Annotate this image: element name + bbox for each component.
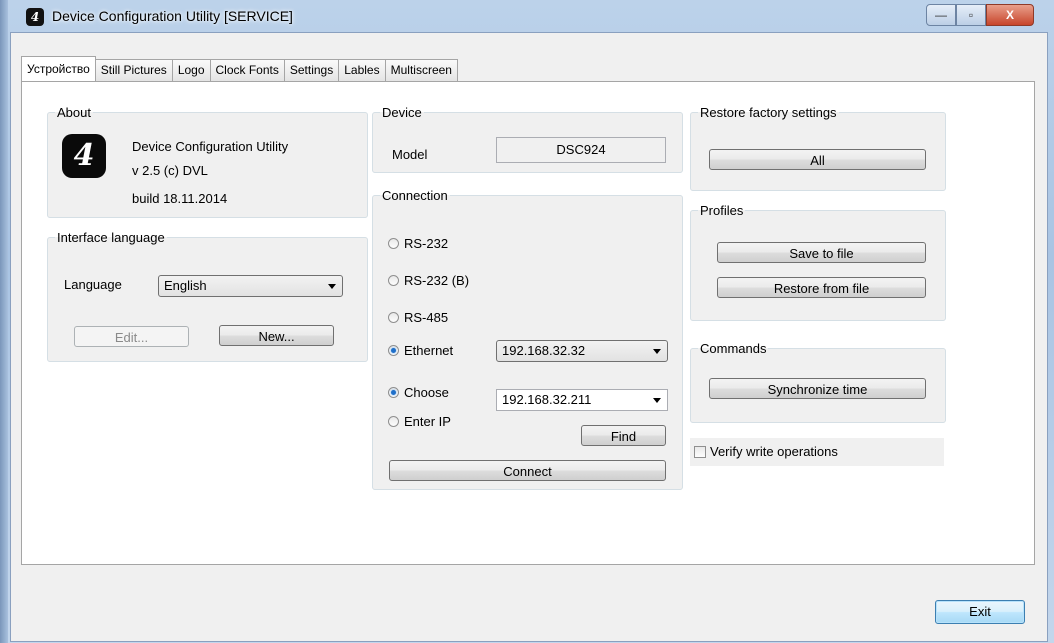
exit-button[interactable]: Exit [935,600,1025,624]
window-title: Device Configuration Utility [SERVICE] [52,8,293,24]
commands-legend: Commands [700,341,767,356]
verify-write-label: Verify write operations [710,444,838,459]
tab-settings[interactable]: Settings [283,59,340,81]
new-language-button[interactable]: New... [219,325,334,346]
connect-button[interactable]: Connect [389,460,666,481]
profiles-legend: Profiles [700,203,744,218]
checkbox-box [694,445,706,458]
tab-strip: Устройство Still Pictures Logo Clock Fon… [21,56,458,81]
minimize-button[interactable]: — [926,4,956,26]
app-logo-icon: 4 [62,134,106,178]
language-select[interactable]: English [158,275,343,297]
tab-multiscreen[interactable]: Multiscreen [384,59,458,81]
radio-circle [388,416,399,427]
tab-logo[interactable]: Logo [171,59,211,81]
radio-rs232b[interactable]: RS-232 (B) [388,273,469,288]
radio-rs232[interactable]: RS-232 [388,236,448,251]
target-ip-value: 192.168.32.211 [502,392,592,407]
radio-enter-ip-label: Enter IP [404,414,451,429]
radio-choose[interactable]: Choose [388,385,449,400]
find-button[interactable]: Find [581,425,666,446]
radio-circle [388,312,399,323]
connection-legend: Connection [382,188,448,203]
radio-enter-ip[interactable]: Enter IP [388,414,451,429]
about-legend: About [57,105,91,120]
radio-rs485[interactable]: RS-485 [388,310,448,325]
radio-circle [388,238,399,249]
tab-lables[interactable]: Lables [338,59,386,81]
device-legend: Device [382,105,422,120]
about-build: build 18.11.2014 [132,191,228,206]
restore-from-file-button[interactable]: Restore from file [717,277,926,298]
ethernet-ip-select[interactable]: 192.168.32.32 [496,340,668,362]
device-tab-panel: About 4 Device Configuration Utility v 2… [21,81,1035,565]
chevron-down-icon [653,349,661,354]
restore-all-button[interactable]: All [709,149,926,170]
language-label: Language [64,277,122,292]
radio-rs232b-label: RS-232 (B) [404,273,470,288]
radio-rs232-label: RS-232 [404,236,449,251]
model-value: DSC924 [496,137,666,163]
chevron-down-icon [653,398,661,403]
radio-circle-selected [388,387,399,398]
target-ip-select[interactable]: 192.168.32.211 [496,389,668,411]
language-select-value: English [164,278,207,293]
about-app-name: Device Configuration Utility [132,139,289,154]
restore-factory-legend: Restore factory settings [700,105,837,120]
synchronize-time-button[interactable]: Synchronize time [709,378,926,399]
tab-clock-fonts[interactable]: Clock Fonts [209,59,285,81]
interface-language-legend: Interface language [57,230,165,245]
client-area: Устройство Still Pictures Logo Clock Fon… [10,32,1048,642]
save-to-file-button[interactable]: Save to file [717,242,926,263]
app-logo-icon: 4 [26,8,44,26]
maximize-button[interactable]: ▫ [956,4,986,26]
close-button[interactable]: X [986,4,1034,26]
verify-write-checkbox[interactable]: Verify write operations [694,444,838,459]
radio-rs485-label: RS-485 [404,310,449,325]
window-border [0,0,8,643]
restore-factory-group: Restore factory settings [690,105,946,191]
radio-ethernet-label: Ethernet [404,343,454,358]
window-controls: — ▫ X [926,4,1034,26]
about-version: v 2.5 (c) DVL [132,163,208,178]
title-bar[interactable]: 4 Device Configuration Utility [SERVICE]… [8,0,1054,32]
chevron-down-icon [328,284,336,289]
app-window: 4 Device Configuration Utility [SERVICE]… [0,0,1054,643]
radio-circle-selected [388,345,399,356]
tab-still-pictures[interactable]: Still Pictures [94,59,173,81]
radio-choose-label: Choose [404,385,449,400]
tab-device[interactable]: Устройство [21,56,96,81]
radio-ethernet[interactable]: Ethernet [388,343,453,358]
radio-circle [388,275,399,286]
edit-language-button[interactable]: Edit... [74,326,189,347]
ethernet-ip-value: 192.168.32.32 [502,343,586,358]
model-label: Model [392,147,428,162]
